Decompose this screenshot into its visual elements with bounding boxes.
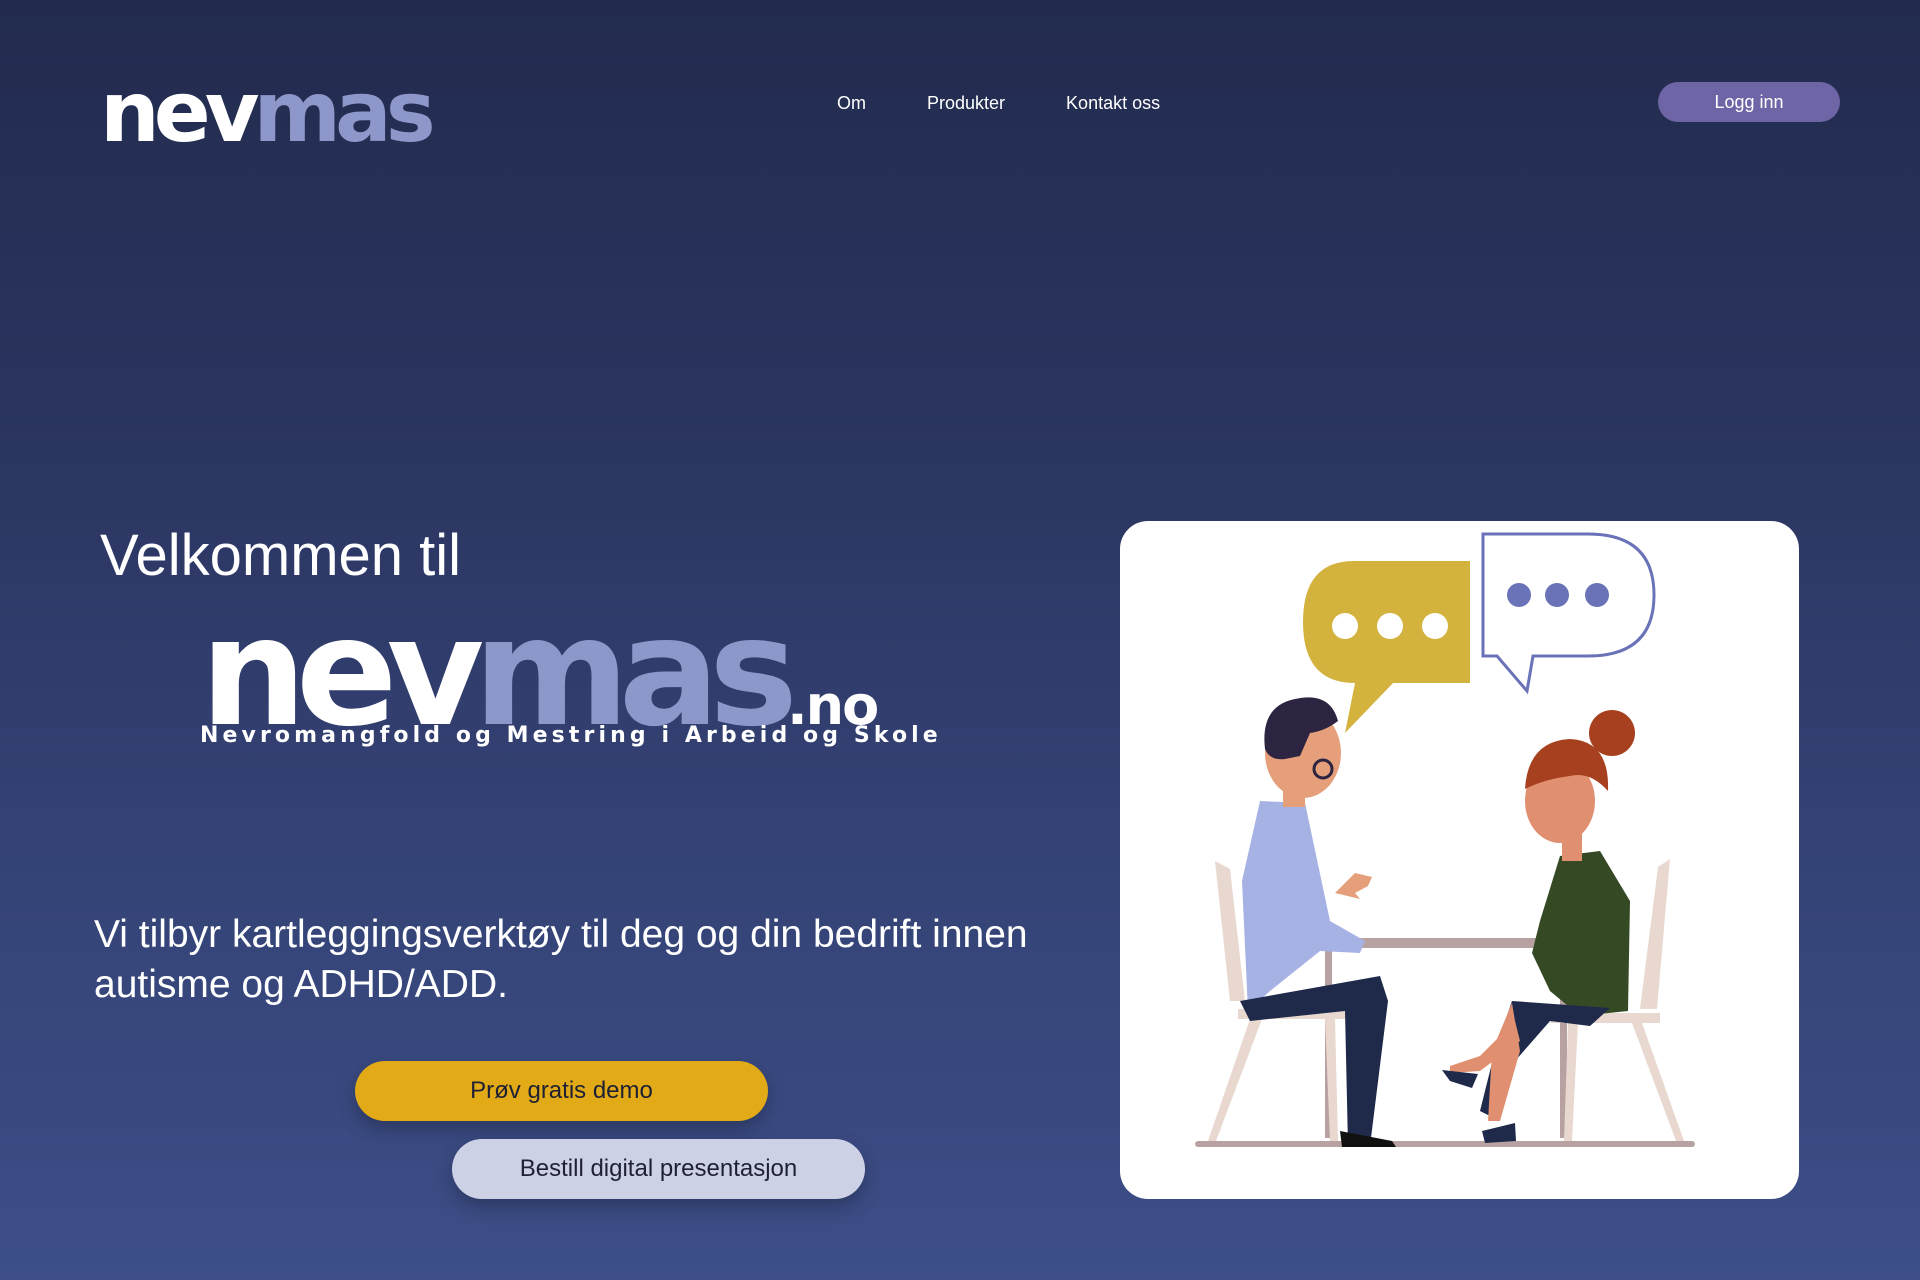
main-nav: Om Produkter Kontakt oss xyxy=(837,93,1221,114)
welcome-heading: Velkommen til xyxy=(100,523,462,588)
conversation-illustration xyxy=(1195,532,1695,1147)
nav-item-produkter[interactable]: Produkter xyxy=(927,93,1005,114)
header-logo-part2: mas xyxy=(253,63,436,161)
demo-button[interactable]: Prøv gratis demo xyxy=(355,1061,768,1121)
speech-bubble-outline-icon xyxy=(1481,532,1656,695)
login-button[interactable]: Logg inn xyxy=(1658,82,1840,122)
man-figure xyxy=(1240,697,1396,1147)
nav-item-kontakt[interactable]: Kontakt oss xyxy=(1066,93,1160,114)
header-logo-part1: nev xyxy=(100,63,260,161)
nav-item-om[interactable]: Om xyxy=(837,93,866,114)
header-logo[interactable]: nevmas xyxy=(100,70,436,154)
intro-text: Vi tilbyr kartleggingsverktøy til deg og… xyxy=(94,913,1028,1006)
woman-figure xyxy=(1442,710,1635,1143)
presentation-button[interactable]: Bestill digital presentasjon xyxy=(452,1139,865,1199)
illustration-card xyxy=(1120,521,1799,1199)
hero-tagline: Nevromangfold og Mestring i Arbeid og Sk… xyxy=(200,723,942,748)
